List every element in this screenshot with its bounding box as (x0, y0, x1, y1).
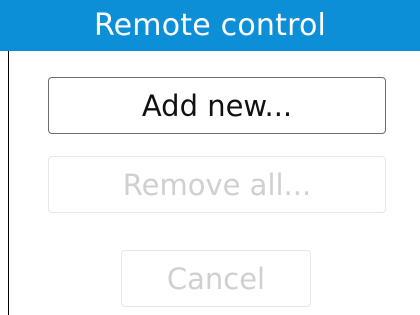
remove-all-button: Remove all... (48, 156, 386, 213)
cancel-button: Cancel (121, 250, 311, 307)
add-new-button[interactable]: Add new... (48, 77, 386, 134)
remote-control-dialog: Remote control Add new... Remove all... … (0, 0, 420, 315)
dialog-title: Remote control (93, 8, 327, 43)
dialog-titlebar: Remote control (0, 0, 420, 51)
dialog-left-border (8, 51, 9, 315)
